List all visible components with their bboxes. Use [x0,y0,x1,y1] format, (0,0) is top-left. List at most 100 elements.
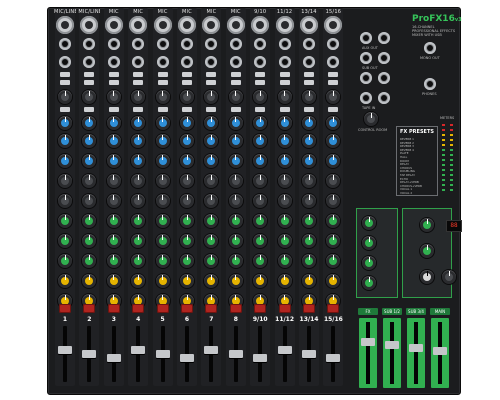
channel-fader[interactable] [131,346,146,354]
phase-button[interactable] [60,72,70,77]
mid-eq-knob[interactable] [228,154,243,168]
aux-1-knob[interactable] [277,214,292,228]
low-eq-knob[interactable] [180,174,194,188]
line-input-jack[interactable] [181,38,193,50]
mute-button[interactable] [156,304,169,313]
fx-return-knob[interactable] [362,236,376,250]
hi-eq-knob[interactable] [180,116,194,130]
phase-button[interactable] [84,72,95,77]
low-cut-button[interactable] [84,80,95,85]
pan-knob[interactable] [155,274,170,288]
comp-button[interactable] [255,107,266,112]
insert-jack[interactable] [107,56,120,68]
sub-out-jack-1[interactable] [360,52,372,64]
comp-button[interactable] [84,107,95,112]
gain-knob[interactable] [277,90,292,104]
line-input-right-jack[interactable] [303,56,315,68]
fx-send-knob[interactable] [58,194,72,208]
gain-knob[interactable] [58,90,72,104]
aux-3-knob[interactable] [228,254,243,268]
xlr-input[interactable] [178,16,196,34]
comp-button[interactable] [108,107,119,112]
pan-knob[interactable] [180,274,194,288]
comp-button[interactable] [304,107,314,112]
mid-freq-knob[interactable] [155,134,170,148]
mute-button[interactable] [205,304,218,313]
mid-freq-knob[interactable] [228,134,243,148]
xlr-input[interactable] [153,16,172,34]
channel-fader[interactable] [106,354,121,362]
aux-2-knob[interactable] [302,234,316,248]
aux-3-knob[interactable] [106,254,121,268]
aux-2-knob[interactable] [155,234,170,248]
phase-button[interactable] [255,72,266,77]
aux-3-knob[interactable] [180,254,194,268]
channel-fader[interactable] [302,350,316,358]
low-cut-button[interactable] [328,80,339,85]
aux-1-knob[interactable] [106,214,121,228]
phase-button[interactable] [157,72,168,77]
mute-button[interactable] [278,304,291,313]
aux-1-knob[interactable] [302,214,316,228]
low-eq-knob[interactable] [106,174,121,188]
low-eq-knob[interactable] [155,174,170,188]
phase-button[interactable] [108,72,119,77]
mid-freq-knob[interactable] [302,134,316,148]
gain-knob[interactable] [106,90,121,104]
low-cut-button[interactable] [133,80,144,85]
mid-eq-knob[interactable] [302,154,316,168]
low-cut-button[interactable] [279,80,290,85]
low-cut-button[interactable] [255,80,266,85]
aux-2-knob[interactable] [180,234,194,248]
line-input-left-jack[interactable] [278,38,291,50]
insert-jack[interactable] [229,56,242,68]
insert-jack[interactable] [59,56,71,68]
phones-level-knob[interactable] [442,270,456,284]
comp-button[interactable] [328,107,339,112]
xlr-input[interactable] [226,16,245,34]
mute-button[interactable] [327,304,340,313]
mono-out-jack[interactable] [424,42,436,54]
tape-in-jack-2[interactable] [378,92,390,104]
fx-to-aux-knob[interactable] [362,256,376,270]
low-cut-button[interactable] [230,80,241,85]
comp-button[interactable] [230,107,241,112]
phase-button[interactable] [206,72,217,77]
mid-freq-knob[interactable] [106,134,121,148]
low-cut-button[interactable] [206,80,217,85]
line-input-jack[interactable] [107,38,120,50]
low-eq-knob[interactable] [277,174,292,188]
aux-2-knob[interactable] [58,234,72,248]
tape-in-jack-1[interactable] [360,92,372,104]
aux-1-knob[interactable] [228,214,243,228]
line-input-jack[interactable] [59,38,71,50]
xlr-input[interactable] [56,16,74,34]
comp-button[interactable] [279,107,290,112]
fx-send-knob[interactable] [180,194,194,208]
fx-send-knob[interactable] [228,194,243,208]
tape-level-knob[interactable] [420,270,434,284]
aux-master-knob[interactable] [420,218,434,232]
gain-knob[interactable] [228,90,243,104]
insert-jack[interactable] [156,56,169,68]
pan-knob[interactable] [228,274,243,288]
aux-3-knob[interactable] [155,254,170,268]
channel-fader[interactable] [82,350,97,358]
channel-fader[interactable] [253,354,268,362]
channel-fader[interactable] [155,350,170,358]
gain-knob[interactable] [302,90,316,104]
mid-eq-knob[interactable] [58,154,72,168]
xlr-input[interactable] [300,16,318,34]
fx-select-knob[interactable] [362,276,376,290]
sub-out-jack-3[interactable] [360,72,372,84]
comp-button[interactable] [133,107,144,112]
mid-freq-knob[interactable] [277,134,292,148]
mute-button[interactable] [254,304,267,313]
aux-out-jack-2[interactable] [378,32,390,44]
hi-eq-knob[interactable] [155,116,170,130]
channel-fader[interactable] [326,354,341,362]
low-cut-button[interactable] [108,80,119,85]
low-cut-button[interactable] [304,80,314,85]
channel-fader[interactable] [277,346,292,354]
fx-send-knob[interactable] [362,216,376,230]
